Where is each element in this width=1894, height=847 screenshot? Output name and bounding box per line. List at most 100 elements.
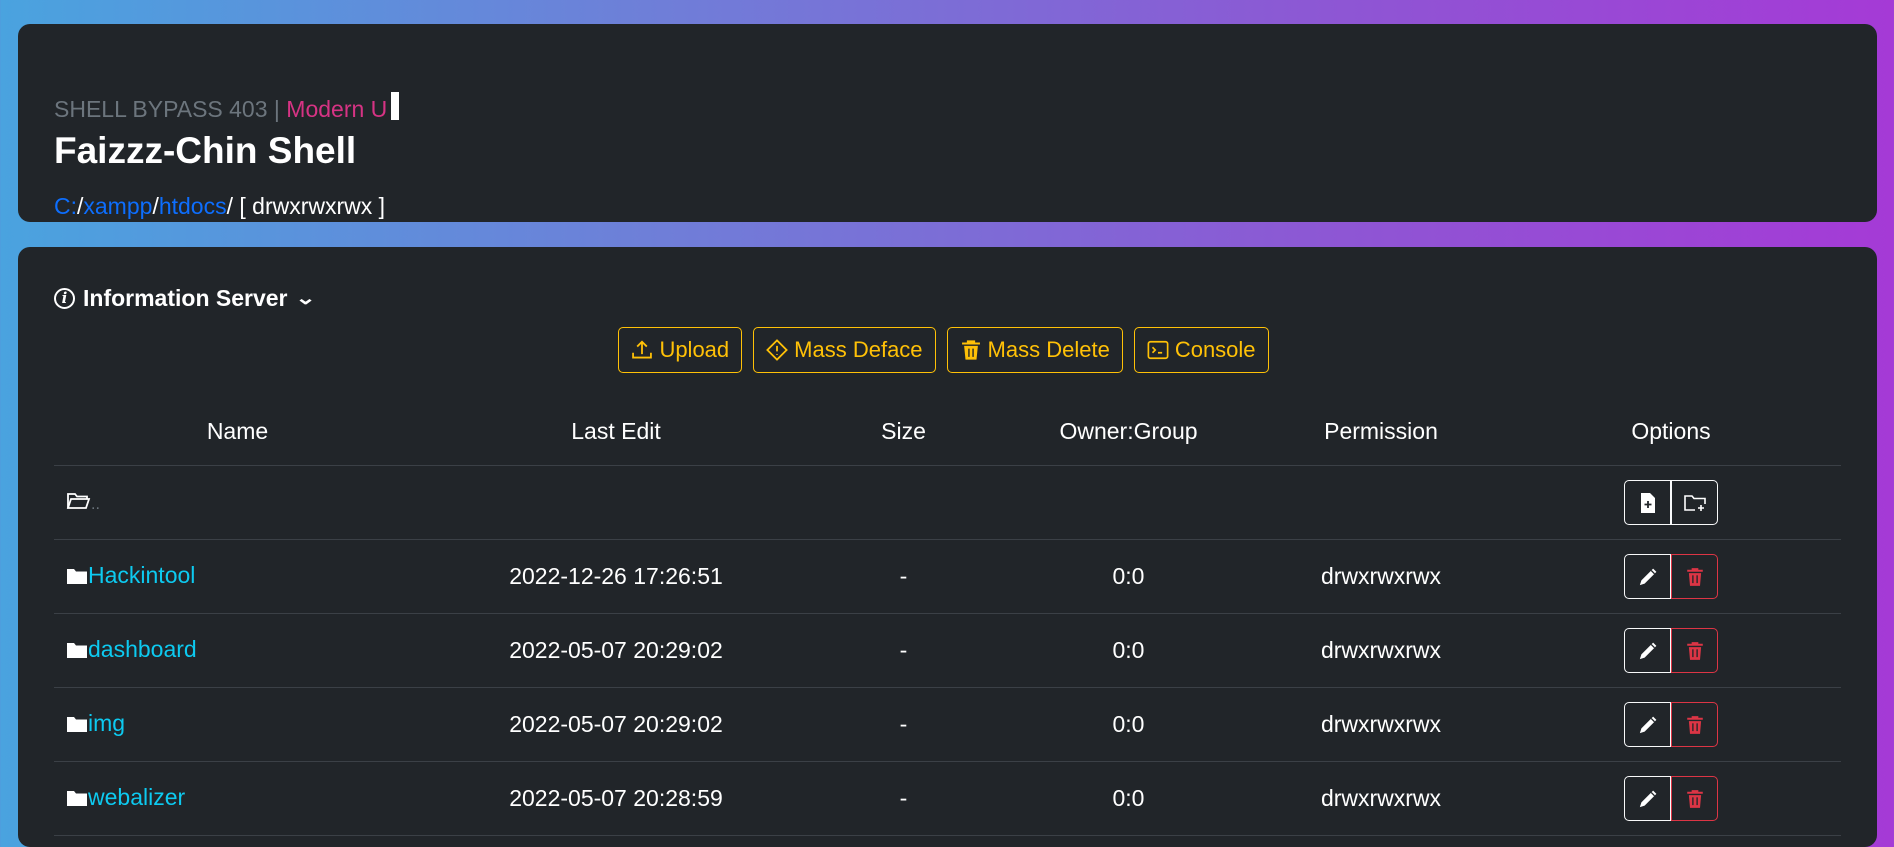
- size-cell: -: [811, 613, 996, 688]
- owner-group-cell: 0:0: [996, 539, 1261, 614]
- console-button[interactable]: Console: [1133, 327, 1269, 373]
- column-header-size[interactable]: Size: [811, 397, 996, 466]
- mass-delete-button[interactable]: Mass Delete: [946, 327, 1123, 373]
- size-cell: -: [811, 761, 996, 836]
- folder-icon: [66, 564, 88, 591]
- folder-plus-icon: [1683, 494, 1706, 511]
- parent-directory-row: ..: [54, 465, 1841, 540]
- column-header-owner-group[interactable]: Owner:Group: [996, 397, 1261, 466]
- subtitle-prefix: SHELL BYPASS 403 |: [54, 96, 287, 122]
- rename-button[interactable]: [1624, 628, 1671, 673]
- mass-deface-button[interactable]: Mass Deface: [753, 327, 936, 373]
- owner-group-cell: 0:0: [996, 761, 1261, 836]
- breadcrumb: C:/xampp/htdocs/ [ drwxrwxrwx ]: [54, 195, 1841, 218]
- delete-button[interactable]: [1671, 702, 1718, 747]
- table-row: dashboard 2022-05-07 20:29:02-0:0 drwxrwxr…: [54, 613, 1841, 688]
- folder-link[interactable]: img: [88, 710, 125, 736]
- folder-link[interactable]: webalizer: [88, 784, 185, 810]
- name-cell: img: [54, 687, 421, 762]
- rename-button[interactable]: [1624, 554, 1671, 599]
- column-header-permission[interactable]: Permission: [1261, 397, 1501, 466]
- parent-directory-label[interactable]: ..: [91, 496, 100, 513]
- breadcrumb-htdocs[interactable]: htdocs: [159, 193, 227, 219]
- last-edit-cell: 2022-05-07 20:29:02: [421, 613, 811, 688]
- name-cell: Hackintool: [54, 539, 421, 614]
- new-file-button[interactable]: [1624, 480, 1671, 525]
- console-label: Console: [1174, 337, 1256, 362]
- upload-icon: [632, 340, 653, 359]
- table-row: webalizer 2022-05-07 20:28:59-0:0 drwxrwxr…: [54, 761, 1841, 836]
- file-plus-icon: [1640, 492, 1655, 513]
- table-row: Hackintool 2022-12-26 17:26:51-0:0 drwxrwx…: [54, 539, 1841, 614]
- rename-button[interactable]: [1624, 702, 1671, 747]
- upload-label: Upload: [659, 337, 730, 362]
- delete-button[interactable]: [1671, 776, 1718, 821]
- action-toolbar: Upload Mass Deface Mass Delete Console: [46, 327, 1841, 373]
- table-row: img 2022-05-07 20:29:02-0:0 drwxrwxrwx: [54, 687, 1841, 762]
- folder-link[interactable]: dashboard: [88, 636, 197, 662]
- information-server-toggle[interactable]: i Information Server ⌄: [54, 283, 1841, 313]
- parent-directory-cell[interactable]: ..: [54, 465, 421, 540]
- folder-icon: [66, 638, 88, 665]
- folder-open-icon: [66, 490, 91, 517]
- delete-button[interactable]: [1671, 554, 1718, 599]
- typing-cursor: [391, 92, 400, 120]
- last-edit-cell: 2022-05-07 20:29:02: [421, 687, 811, 762]
- permission-cell[interactable]: drwxrwxrwx: [1261, 539, 1501, 614]
- owner-group-cell: 0:0: [996, 687, 1261, 762]
- new-folder-button[interactable]: [1671, 480, 1718, 525]
- column-header-last-edit[interactable]: Last Edit: [421, 397, 811, 466]
- shell-subtitle: SHELL BYPASS 403 | Modern U: [54, 92, 1841, 121]
- trash-icon: [1686, 567, 1703, 586]
- mass-deface-label: Mass Deface: [794, 337, 923, 362]
- breadcrumb-drive[interactable]: C:: [54, 193, 77, 219]
- name-cell: webalizer: [54, 761, 421, 836]
- current-dir-permission: / [ drwxrwxrwx ]: [226, 193, 386, 219]
- row-actions: [1624, 776, 1718, 821]
- folder-icon: [66, 712, 88, 739]
- last-edit-cell: 2022-05-07 20:28:59: [421, 761, 811, 836]
- name-cell: dashboard: [54, 613, 421, 688]
- page-title: Faizzz-Chin Shell: [54, 130, 357, 171]
- folder-link[interactable]: Hackintool: [88, 562, 195, 588]
- file-manager-card: i Information Server ⌄ Upload Mass Defac…: [18, 247, 1877, 847]
- options-cell: [1501, 465, 1841, 540]
- mass-delete-label: Mass Delete: [987, 337, 1110, 362]
- terminal-icon: [1147, 340, 1169, 360]
- size-cell: -: [811, 539, 996, 614]
- column-header-name[interactable]: Name: [54, 397, 421, 466]
- trash-icon: [961, 340, 980, 360]
- trash-icon: [1686, 789, 1703, 808]
- permission-cell[interactable]: drwxrwxrwx: [1261, 687, 1501, 762]
- subtitle-typed-text: Modern U: [286, 96, 388, 122]
- pencil-icon: [1639, 568, 1656, 585]
- options-cell: [1501, 539, 1841, 614]
- diamond-icon: [766, 339, 789, 361]
- chevron-down-icon: ⌄: [294, 287, 316, 308]
- folder-icon: [66, 786, 88, 813]
- pencil-icon: [1639, 716, 1656, 733]
- rename-button[interactable]: [1624, 776, 1671, 821]
- row-actions: [1624, 554, 1718, 599]
- last-edit-cell: 2022-12-26 17:26:51: [421, 539, 811, 614]
- pencil-icon: [1639, 790, 1656, 807]
- options-cell: [1501, 761, 1841, 836]
- owner-group-cell: 0:0: [996, 613, 1261, 688]
- trash-icon: [1686, 641, 1703, 660]
- breadcrumb-xampp[interactable]: xampp: [83, 193, 152, 219]
- table-header-row: Name Last Edit Size Owner:Group Permissi…: [54, 397, 1841, 466]
- file-table: Name Last Edit Size Owner:Group Permissi…: [54, 397, 1841, 836]
- row-actions: [1624, 702, 1718, 747]
- row-actions: [1624, 628, 1718, 673]
- delete-button[interactable]: [1671, 628, 1718, 673]
- pencil-icon: [1639, 642, 1656, 659]
- info-circle-icon: i: [54, 287, 75, 309]
- options-cell: [1501, 613, 1841, 688]
- permission-cell[interactable]: drwxrwxrwx: [1261, 761, 1501, 836]
- upload-button[interactable]: Upload: [618, 327, 743, 373]
- information-server-label: Information Server: [83, 284, 288, 311]
- size-cell: -: [811, 687, 996, 762]
- header-card: SHELL BYPASS 403 | Modern U Faizzz-Chin …: [18, 24, 1877, 222]
- permission-cell[interactable]: drwxrwxrwx: [1261, 613, 1501, 688]
- trash-icon: [1686, 715, 1703, 734]
